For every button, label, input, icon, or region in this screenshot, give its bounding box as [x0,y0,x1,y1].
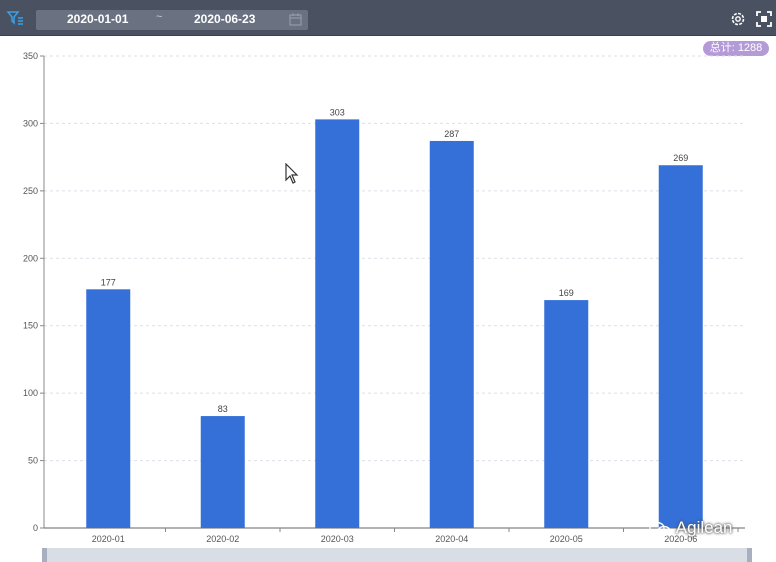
watermark: Agilean [648,518,733,538]
data-label: 287 [444,129,459,139]
y-tick-label: 0 [33,523,38,533]
y-tick-label: 100 [23,388,38,398]
x-tick-label: 2020-05 [550,534,583,544]
x-tick-label: 2020-03 [321,534,354,544]
calendar-icon[interactable] [289,13,302,26]
chart-scrollbar[interactable] [42,548,752,562]
start-date[interactable]: 2020-01-01 [67,12,128,26]
y-tick-label: 50 [28,456,38,466]
bar [544,300,589,528]
data-label: 269 [673,153,688,163]
bar [86,289,131,528]
filter-icon[interactable] [6,9,24,27]
scrollbar-handle-right[interactable] [747,548,752,562]
data-label: 169 [559,288,574,298]
bar [315,119,360,528]
data-label: 177 [101,277,116,287]
y-tick-label: 200 [23,253,38,263]
data-label: 83 [218,404,228,414]
toolbar: 2020-01-01 ~ 2020-06-23 [0,0,776,36]
fullscreen-icon[interactable] [756,11,772,27]
gear-icon[interactable] [730,11,746,27]
y-tick-label: 350 [23,51,38,61]
end-date[interactable]: 2020-06-23 [194,12,255,26]
date-range-picker[interactable]: 2020-01-01 ~ 2020-06-23 [36,10,308,30]
x-tick-label: 2020-02 [206,534,239,544]
bar [200,416,245,528]
bar [429,140,474,528]
bar [658,165,703,528]
date-separator: ~ [156,11,163,23]
x-tick-label: 2020-04 [435,534,468,544]
wechat-icon [649,521,671,536]
y-tick-label: 150 [23,321,38,331]
scrollbar-handle-left[interactable] [42,548,47,562]
y-tick-label: 250 [23,186,38,196]
mouse-cursor-icon [285,163,299,184]
bar-chart: 0 50 100 150 200 250 300 350 177 2020-01 83 2020-02… [23,51,745,544]
watermark-text: Agilean [675,518,733,537]
data-label: 303 [330,107,345,117]
y-tick-label: 300 [23,118,38,128]
x-tick-label: 2020-01 [92,534,125,544]
